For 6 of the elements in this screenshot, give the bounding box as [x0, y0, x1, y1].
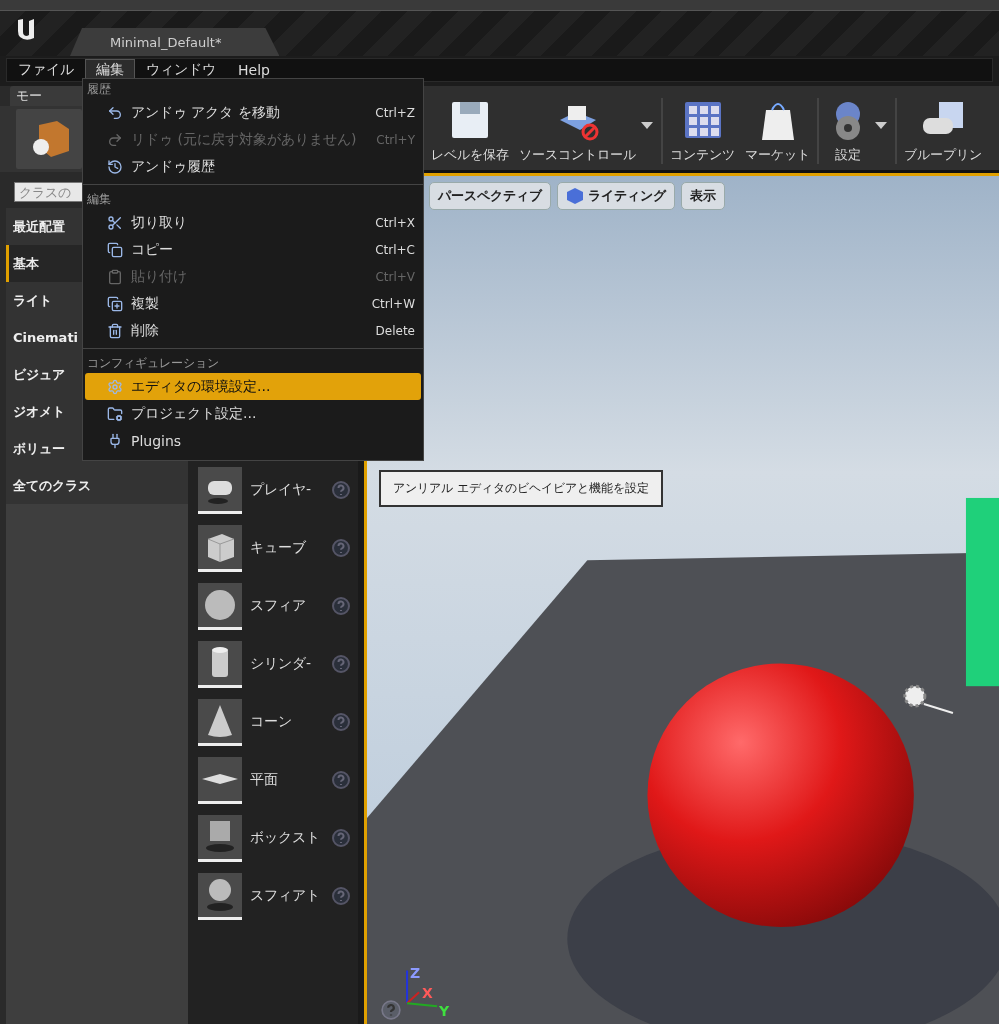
tooltip: アンリアル エディタのビヘイビアと機能を設定	[379, 470, 663, 507]
axis-label: Y	[439, 1003, 450, 1020]
axis-label: Z	[410, 965, 421, 982]
menu-section-header: 編集	[86, 190, 112, 208]
axis-label: X	[422, 985, 433, 1002]
menu-section-header: コンフィギュレーション	[86, 354, 220, 372]
